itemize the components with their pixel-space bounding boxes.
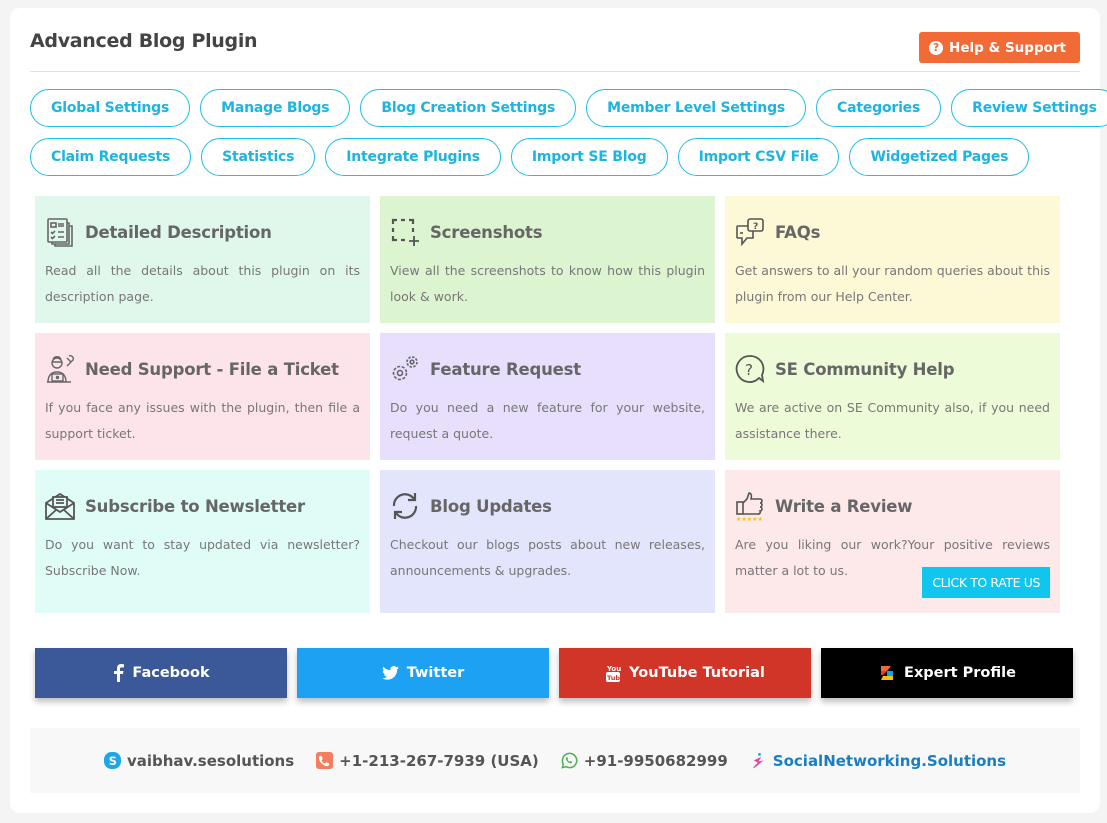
card-faqs[interactable]: ? FAQs Get answers to all your random qu… [725, 196, 1060, 323]
svg-text:★★★★★: ★★★★★ [736, 516, 763, 521]
tab-widgetized-pages[interactable]: Widgetized Pages [849, 138, 1030, 176]
card-description: Do you need a new feature for your websi… [390, 400, 705, 441]
nav-row-2: Claim Requests Statistics Integrate Plug… [30, 138, 1030, 176]
card-description: We are active on SE Community also, if y… [735, 400, 1050, 441]
expert-logo-icon [881, 666, 894, 680]
refresh-icon [390, 491, 420, 521]
tab-import-se-blog[interactable]: Import SE Blog [510, 138, 668, 176]
card-title: SE Community Help [775, 359, 955, 379]
card-description: Do you want to stay updated via newslett… [45, 537, 360, 578]
tab-global-settings[interactable]: Global Settings [30, 89, 191, 127]
document-list-icon [45, 217, 75, 247]
expert-profile-label: Expert Profile [904, 665, 1016, 681]
social-networking-logo-icon [753, 752, 764, 769]
card-title: FAQs [775, 222, 821, 242]
card-se-community-help[interactable]: ? SE Community Help We are active on SE … [725, 333, 1060, 460]
skype-contact[interactable]: S vaibhav.sesolutions [103, 751, 295, 770]
card-need-support[interactable]: Need Support - File a Ticket If you face… [35, 333, 370, 460]
card-title: Subscribe to Newsletter [85, 496, 305, 516]
tab-import-csv-file[interactable]: Import CSV File [677, 138, 840, 176]
svg-text:S: S [109, 754, 117, 768]
nav-row-1: Global Settings Manage Blogs Blog Creati… [30, 89, 1107, 127]
tab-integrate-plugins[interactable]: Integrate Plugins [325, 138, 501, 176]
whatsapp-number: +91-9950682999 [583, 751, 728, 770]
card-title: Detailed Description [85, 222, 272, 242]
card-title: Blog Updates [430, 496, 552, 516]
tab-claim-requests[interactable]: Claim Requests [30, 138, 192, 176]
support-person-icon [45, 354, 75, 384]
phone-number: +1-213-267-7939 (USA) [339, 751, 539, 770]
envelope-open-icon [45, 491, 75, 521]
tab-categories[interactable]: Categories [816, 89, 942, 127]
card-screenshots[interactable]: Screenshots View all the screenshots to … [380, 196, 715, 323]
card-description: If you face any issues with the plugin, … [45, 400, 360, 441]
skype-id: vaibhav.sesolutions [126, 751, 295, 770]
tab-blog-creation-settings[interactable]: Blog Creation Settings [360, 89, 577, 127]
header: Advanced Blog Plugin ? Help & Support [30, 8, 1080, 72]
twitter-icon [381, 666, 399, 680]
whatsapp-contact[interactable]: +91-9950682999 [561, 752, 728, 770]
help-support-label: Help & Support [949, 39, 1066, 56]
twitter-button[interactable]: Twitter [297, 648, 549, 698]
card-title: Screenshots [430, 222, 543, 242]
help-support-button[interactable]: ? Help & Support [919, 32, 1080, 63]
expert-profile-button[interactable]: Expert Profile [821, 648, 1073, 698]
tab-review-settings[interactable]: Review Settings [951, 89, 1107, 127]
social-buttons: Facebook Twitter YouTube YouTube Tutoria… [35, 648, 1073, 698]
plugin-panel: Advanced Blog Plugin ? Help & Support Gl… [10, 8, 1107, 813]
phone-contact[interactable]: +1-213-267-7939 (USA) [316, 752, 539, 770]
svg-text:?: ? [753, 222, 758, 232]
youtube-icon: YouTube [606, 665, 621, 682]
screenshot-select-icon [390, 217, 420, 247]
facebook-button[interactable]: Facebook [35, 648, 287, 698]
facebook-label: Facebook [132, 665, 210, 681]
tab-member-level-settings[interactable]: Member Level Settings [586, 89, 807, 127]
question-bubble-icon: ? [735, 354, 765, 384]
thumbs-up-stars-icon: ★★★★★ [735, 491, 765, 521]
website-label: SocialNetworking.Solutions [772, 751, 1007, 770]
card-write-review[interactable]: ★★★★★ Write a Review Are you liking our … [725, 470, 1060, 613]
svg-text:Tube: Tube [607, 674, 621, 682]
card-title: Write a Review [775, 496, 913, 516]
tab-manage-blogs[interactable]: Manage Blogs [200, 89, 351, 127]
contact-footer: S vaibhav.sesolutions +1-213-267-7939 (U… [30, 728, 1080, 793]
page-title: Advanced Blog Plugin [30, 30, 258, 52]
youtube-tutorial-button[interactable]: YouTube YouTube Tutorial [559, 648, 811, 698]
card-description: Read all the details about this plugin o… [45, 263, 360, 304]
facebook-icon [114, 664, 125, 682]
svg-text:?: ? [745, 361, 753, 379]
card-title: Need Support - File a Ticket [85, 359, 339, 379]
card-detailed-description[interactable]: Detailed Description Read all the detail… [35, 196, 370, 323]
twitter-label: Twitter [406, 665, 465, 681]
card-subscribe-newsletter[interactable]: Subscribe to Newsletter Do you want to s… [35, 470, 370, 613]
card-description: Checkout our blogs posts about new relea… [390, 537, 705, 578]
card-feature-request[interactable]: Feature Request Do you need a new featur… [380, 333, 715, 460]
question-circle-icon: ? [929, 40, 944, 55]
svg-text:You: You [606, 665, 621, 673]
phone-icon [316, 752, 334, 769]
card-description: View all the screenshots to know how thi… [390, 263, 705, 304]
tab-statistics[interactable]: Statistics [201, 138, 316, 176]
info-cards-grid: Detailed Description Read all the detail… [35, 196, 1060, 613]
skype-icon: S [103, 752, 121, 769]
gears-icon [390, 354, 420, 384]
website-link[interactable]: SocialNetworking.Solutions [750, 752, 1006, 770]
chat-question-icon: ? [735, 217, 765, 247]
whatsapp-icon [561, 752, 578, 769]
rate-us-button[interactable]: CLICK TO RATE US [922, 567, 1050, 598]
youtube-label: YouTube Tutorial [629, 665, 765, 681]
card-title: Feature Request [430, 359, 581, 379]
card-blog-updates[interactable]: Blog Updates Checkout our blogs posts ab… [380, 470, 715, 613]
card-description: Get answers to all your random queries a… [735, 263, 1050, 304]
